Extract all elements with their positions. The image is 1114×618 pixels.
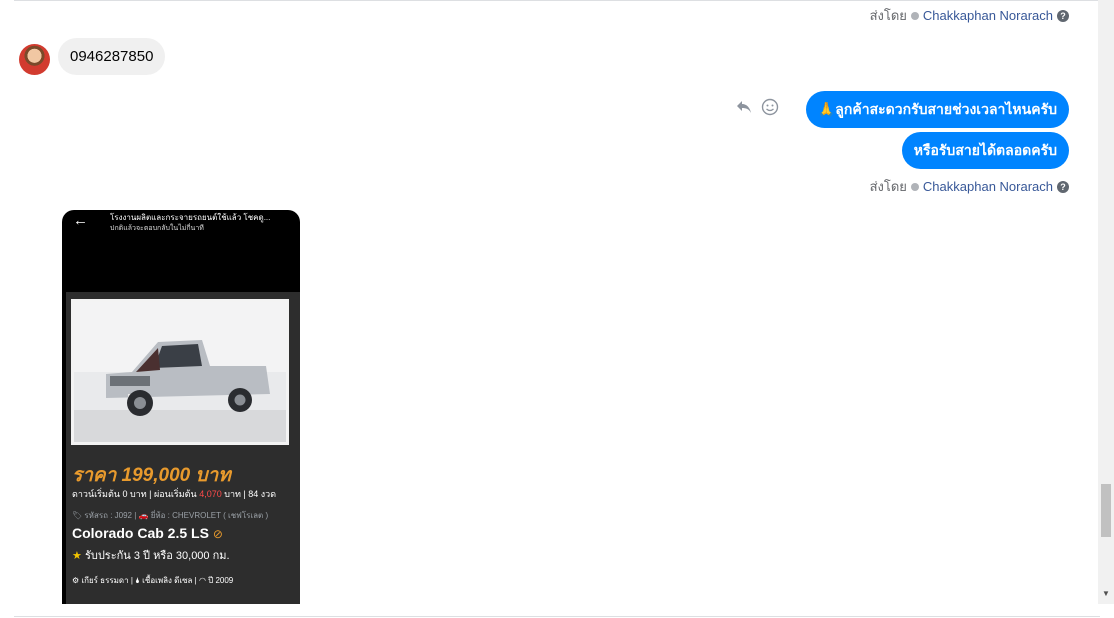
star-icon: ★ — [72, 550, 82, 562]
help-icon[interactable]: ? — [1057, 180, 1069, 193]
back-arrow-icon: ← — [73, 212, 88, 229]
sender-name[interactable]: Chakkaphan Norarach — [923, 8, 1053, 23]
sent-by-label: ส่งโดย — [869, 179, 907, 194]
shared-car-listing-image[interactable]: ← โรงงานผลิตและกระจายรถยนต์ใช้แล้ว โชคดู… — [62, 210, 300, 604]
smiley-icon[interactable] — [761, 98, 779, 116]
model-name: Colorado Cab 2.5 LS — [72, 525, 209, 541]
message-actions — [735, 98, 779, 116]
car-specs: ⚙ เกียร์ ธรรมดา | 🌢 เชื้อเพลิง ดีเซล | ◠… — [72, 576, 234, 585]
outgoing-message-bubble-1[interactable]: 🙏ลูกค้าสะดวกรับสายช่วงเวลาไหนครับ — [805, 91, 1069, 128]
help-icon[interactable]: ? — [1057, 9, 1069, 22]
sent-by-line-bottom: ส่งโดย Chakkaphan Norarach ? — [870, 176, 1069, 197]
scroll-down-arrow-icon[interactable]: ▼ — [1102, 589, 1110, 598]
listing-panel: ราคา 199,000 บาท ดาวน์เริ่มต้น 0 บาท | ผ… — [66, 292, 300, 604]
sent-by-line-top: ส่งโดย Chakkaphan Norarach ? — [870, 5, 1069, 26]
car-model: Colorado Cab 2.5 LS ⊘ — [72, 525, 223, 541]
warranty-line: ★ รับประกัน 3 ปี หรือ 30,000 กม. — [72, 546, 230, 564]
warranty-text: รับประกัน 3 ปี หรือ 30,000 กม. — [84, 550, 230, 562]
reply-icon[interactable] — [735, 98, 753, 116]
card-header-subtitle: ปกติแล้วจะตอบกลับในไม่กี่นาที — [110, 225, 204, 232]
sent-by-label: ส่งโดย — [869, 8, 907, 23]
check-circle-icon: ⊘ — [212, 527, 223, 541]
scrollbar-thumb[interactable] — [1101, 484, 1111, 537]
payment-terms: ดาวน์เริ่มต้น 0 บาท | ผ่อนเริ่มต้น 4,070… — [72, 487, 276, 501]
car-photo — [71, 299, 289, 445]
sender-name[interactable]: Chakkaphan Norarach — [923, 179, 1053, 194]
avatar[interactable] — [19, 44, 50, 75]
verified-dot-icon — [910, 11, 919, 20]
terms-prefix: ดาวน์เริ่มต้น 0 บาท | ผ่อนเริ่มต้น — [72, 489, 197, 499]
monthly-payment-amount: 4,070 — [199, 489, 222, 499]
terms-suffix: บาท | 84 งวด — [224, 489, 277, 499]
bottom-divider — [14, 616, 1100, 617]
car-meta: 🏷 รหัสรถ : J092 | 🚗 ยี่ห้อ : CHEVROLET (… — [72, 511, 269, 520]
outgoing-message-bubble-2[interactable]: หรือรับสายได้ตลอดครับ — [901, 132, 1069, 169]
top-divider — [14, 0, 1100, 1]
verified-dot-icon — [910, 182, 919, 191]
incoming-message-bubble[interactable]: 0946287850 — [58, 38, 166, 75]
price-text: ราคา 199,000 บาท — [72, 465, 231, 486]
